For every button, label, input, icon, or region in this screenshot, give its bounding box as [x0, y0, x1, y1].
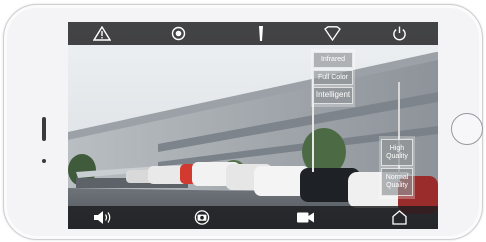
top-toolbar	[68, 22, 438, 45]
home-outline-icon[interactable]	[392, 210, 407, 225]
camera-snapshot-icon[interactable]	[194, 210, 210, 225]
diamond-icon[interactable]	[324, 26, 341, 41]
front-camera	[42, 159, 46, 163]
bottom-toolbar	[68, 206, 438, 229]
menu-item-infrared[interactable]: Infrared	[313, 52, 353, 68]
earpiece-speaker	[42, 117, 46, 141]
menu-item-high-quality[interactable]: High Quality	[381, 139, 413, 167]
warning-triangle-icon[interactable]	[93, 26, 111, 41]
video-record-icon[interactable]	[296, 211, 315, 224]
record-dot-icon[interactable]	[171, 26, 186, 41]
speaker-icon[interactable]	[93, 210, 113, 225]
home-button[interactable]	[451, 113, 483, 145]
menu-item-full-color[interactable]: Full Color	[313, 69, 353, 86]
quality-menu: High Quality Normal Quality	[379, 136, 415, 199]
menu-item-normal-quality[interactable]: Normal Quality	[381, 168, 413, 196]
power-icon[interactable]	[392, 26, 407, 41]
menu-item-intelligent[interactable]: Intelligent	[313, 87, 353, 105]
color-mode-menu: Infrared Full Color Intelligent	[311, 49, 355, 108]
camera-live-view: Infrared Full Color Intelligent High Qua…	[68, 22, 438, 229]
flashlight-icon[interactable]	[257, 25, 265, 42]
